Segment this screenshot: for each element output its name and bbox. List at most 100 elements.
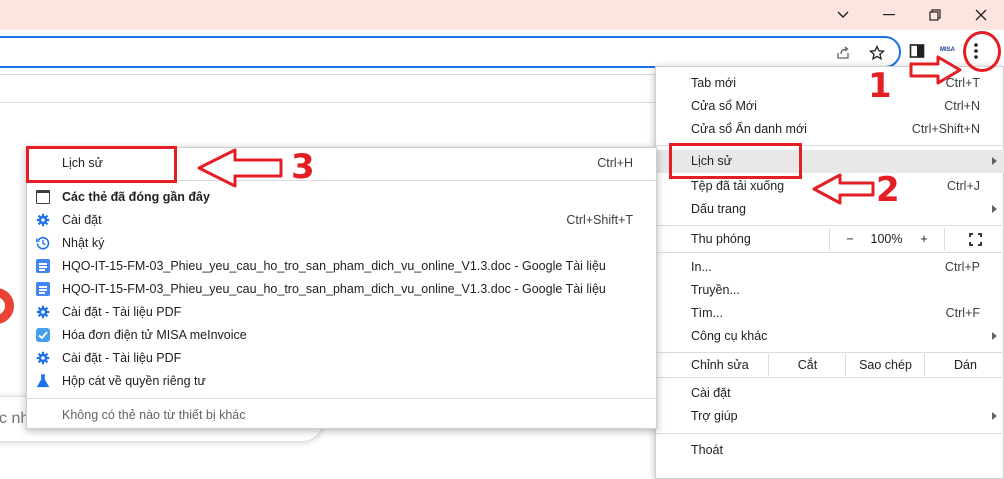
search-placeholder-fragment: c nh [0, 410, 30, 427]
submenu-item-pdf-settings-1[interactable]: Cài đặt - Tài liệu PDF [27, 301, 656, 324]
menu-item-find[interactable]: Tìm... Ctrl+F [656, 302, 1004, 325]
submenu-item-doc-2[interactable]: HQO-IT-15-FM-03_Phieu_yeu_cau_ho_tro_san… [27, 278, 656, 301]
annotation-box-submenu-history [26, 146, 177, 183]
gear-icon [36, 351, 50, 365]
zoom-level: 100% [869, 228, 904, 250]
menu-separator [656, 225, 1004, 226]
menu-item-help[interactable]: Trợ giúp [656, 405, 1004, 428]
menu-item-label: Tệp đã tải xuống [691, 179, 785, 193]
menu-item-label: Thoát [691, 443, 723, 457]
chrome-main-menu: Tab mới Ctrl+T Cửa sổ Mới Ctrl+N Cửa sổ … [655, 66, 1004, 479]
annotation-arrow-1 [909, 55, 962, 85]
submenu-arrow-icon [992, 157, 997, 165]
history-submenu: Lịch sử Ctrl+H Các thẻ đã đóng gần đây C… [26, 147, 657, 429]
submenu-item-label: Các thẻ đã đóng gần đây [62, 190, 210, 204]
fullscreen-icon [969, 232, 982, 246]
menu-separator [656, 433, 1004, 434]
paste-label: Dán [954, 358, 977, 372]
misa-extension-icon[interactable]: MISA [940, 47, 955, 53]
google-docs-icon [36, 259, 50, 273]
menu-item-shortcut: Ctrl+N [944, 99, 980, 113]
submenu-item-pdf-settings-2[interactable]: Cài đặt - Tài liệu PDF [27, 347, 656, 370]
submenu-item-label: Cài đặt - Tài liệu PDF [62, 351, 182, 365]
zoom-out-label: − [846, 232, 854, 246]
annotation-arrow-2 [812, 173, 875, 205]
annotation-step-2: 2 [876, 170, 900, 210]
close-button[interactable] [958, 0, 1004, 30]
menu-item-exit[interactable]: Thoát [656, 439, 1004, 462]
annotation-box-history [669, 143, 802, 179]
title-bar [0, 0, 1004, 30]
menu-item-shortcut: Ctrl+P [944, 260, 980, 274]
menu-item-label: Dấu trang [691, 202, 746, 216]
menu-item-label: Truyền... [691, 283, 740, 297]
menu-item-shortcut: Ctrl+J [947, 179, 980, 193]
menu-separator [656, 252, 1004, 253]
submenu-arrow-icon [992, 332, 997, 340]
menu-item-label: Tab mới [691, 76, 737, 90]
paste-button[interactable]: Dán [924, 354, 1004, 376]
bookmark-star-icon[interactable] [868, 44, 886, 62]
edit-label: Chỉnh sửa [691, 358, 749, 372]
zoom-in-label: + [920, 232, 928, 246]
menu-separator [656, 377, 1004, 378]
gear-icon [36, 305, 50, 319]
chevron-down-icon [837, 11, 849, 18]
submenu-arrow-icon [992, 205, 997, 213]
submenu-item-misa[interactable]: Hóa đơn điện tử MISA meInvoice [27, 324, 656, 347]
zoom-label: Thu phóng [691, 232, 751, 246]
minimize-icon [883, 14, 895, 16]
submenu-item-label: HQO-IT-15-FM-03_Phieu_yeu_cau_ho_tro_san… [62, 282, 606, 296]
google-docs-icon [36, 282, 50, 296]
submenu-item-label: Hộp cát về quyền riêng tư [62, 374, 206, 388]
restore-icon [929, 9, 941, 21]
submenu-item-shortcut: Ctrl+H [597, 156, 633, 170]
menu-item-shortcut: Ctrl+Shift+N [911, 122, 980, 136]
menu-item-label: Tìm... [691, 306, 723, 320]
submenu-separator [27, 398, 656, 399]
menu-item-settings[interactable]: Cài đặt [656, 382, 1004, 405]
flask-icon [36, 374, 50, 388]
zoom-out-button[interactable]: − [829, 228, 870, 250]
submenu-item-label: HQO-IT-15-FM-03_Phieu_yeu_cau_ho_tro_san… [62, 259, 606, 273]
submenu-item-label: Cài đặt - Tài liệu PDF [62, 305, 182, 319]
tab-icon [36, 190, 50, 204]
menu-item-label: Cửa sổ Ẩn danh mới [691, 122, 807, 136]
submenu-item-label: Hóa đơn điện tử MISA meInvoice [62, 328, 247, 342]
annotation-step-1: 1 [868, 66, 892, 106]
menu-item-label: Cài đặt [691, 386, 731, 400]
share-icon[interactable] [834, 44, 852, 62]
minimize-button[interactable] [820, 0, 866, 30]
annotation-step-3: 3 [291, 147, 315, 187]
zoom-value: 100% [870, 232, 903, 246]
menu-item-label: Công cụ khác [691, 329, 768, 343]
zoom-in-button[interactable]: + [904, 228, 944, 250]
history-icon [36, 236, 50, 250]
submenu-item-doc-1[interactable]: HQO-IT-15-FM-03_Phieu_yeu_cau_ho_tro_san… [27, 255, 656, 278]
annotation-circle-menu [963, 31, 1001, 72]
menu-item-print[interactable]: In... Ctrl+P [656, 256, 1004, 279]
submenu-item-label: Cài đặt [62, 213, 102, 227]
submenu-item-label: Nhật ký [62, 236, 105, 250]
menu-item-new-window[interactable]: Cửa sổ Mới Ctrl+N [656, 95, 1004, 118]
minimize-window-button[interactable] [866, 0, 912, 30]
menu-item-label: In... [691, 260, 712, 274]
address-bar[interactable] [0, 36, 901, 68]
fullscreen-button[interactable] [944, 228, 1004, 250]
annotation-arrow-3 [197, 148, 283, 188]
misa-extension-label: MISA [940, 47, 955, 53]
submenu-arrow-icon [992, 412, 997, 420]
gear-icon [36, 213, 50, 227]
copy-button[interactable]: Sao chép [845, 354, 925, 376]
close-icon [975, 9, 987, 21]
menu-item-cast[interactable]: Truyền... [656, 279, 1004, 302]
submenu-item-settings[interactable]: Cài đặt Ctrl+Shift+T [27, 209, 656, 232]
restore-button[interactable] [912, 0, 958, 30]
submenu-other-devices: Không có thẻ nào từ thiết bị khác [27, 404, 656, 427]
submenu-item-journal[interactable]: Nhật ký [27, 232, 656, 255]
menu-item-incognito-window[interactable]: Cửa sổ Ẩn danh mới Ctrl+Shift+N [656, 118, 1004, 141]
menu-item-more-tools[interactable]: Công cụ khác [656, 325, 1004, 348]
submenu-item-privacy-sandbox[interactable]: Hộp cát về quyền riêng tư [27, 370, 656, 393]
cut-button[interactable]: Cắt [768, 354, 846, 376]
submenu-item-shortcut: Ctrl+Shift+T [566, 213, 633, 227]
